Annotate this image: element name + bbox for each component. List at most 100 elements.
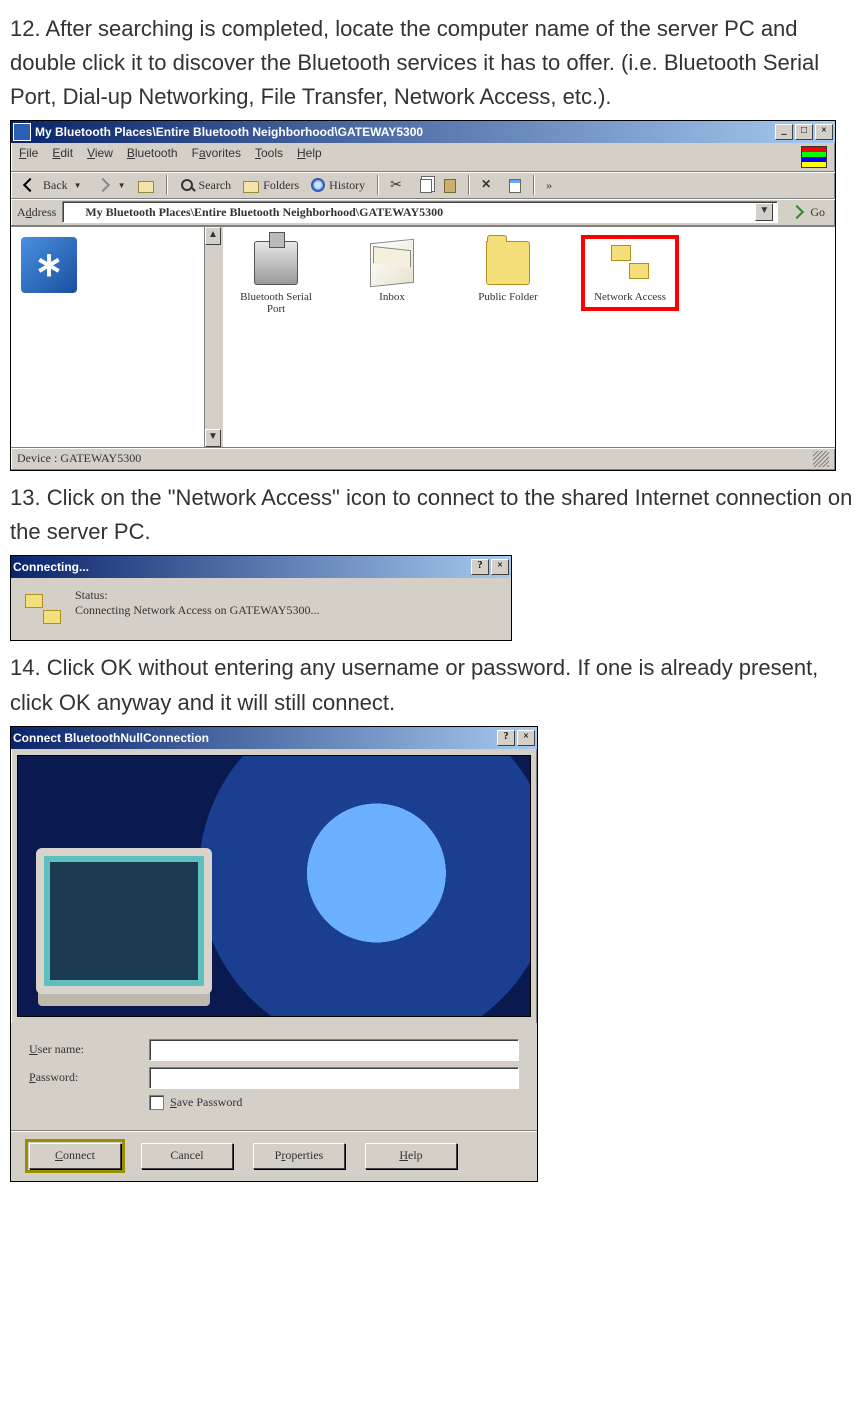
up-button[interactable] bbox=[134, 176, 158, 195]
menu-help[interactable]: Help bbox=[297, 146, 322, 168]
resize-grip[interactable] bbox=[813, 451, 829, 467]
paste-icon bbox=[444, 179, 456, 193]
connect-titlebar[interactable]: Connect BluetoothNullConnection ? × bbox=[11, 727, 537, 749]
item-bluetooth-serial-port[interactable]: Bluetooth Serial Port bbox=[233, 241, 319, 315]
item-network-access[interactable]: Network Access bbox=[581, 235, 679, 311]
cut-button[interactable] bbox=[386, 175, 410, 195]
password-label: Password: bbox=[29, 1070, 149, 1085]
save-password-label: Save Password bbox=[170, 1095, 242, 1110]
cancel-button[interactable]: Cancel bbox=[141, 1143, 233, 1169]
delete-button[interactable] bbox=[477, 175, 501, 195]
item-public-folder[interactable]: Public Folder bbox=[465, 241, 551, 303]
menu-tools[interactable]: Tools bbox=[255, 146, 283, 168]
username-input[interactable] bbox=[149, 1039, 519, 1061]
address-label: Address bbox=[17, 205, 56, 220]
search-button[interactable]: Search bbox=[175, 175, 236, 195]
minimize-button[interactable]: _ bbox=[775, 124, 793, 140]
network-icon bbox=[25, 594, 61, 624]
connect-dialog: Connect BluetoothNullConnection ? × User… bbox=[10, 726, 538, 1182]
password-input[interactable] bbox=[149, 1067, 519, 1089]
network-access-icon bbox=[609, 243, 651, 285]
delete-icon bbox=[481, 177, 497, 193]
explorer-window: My Bluetooth Places\Entire Bluetooth Nei… bbox=[10, 120, 836, 471]
properties-icon bbox=[509, 179, 521, 193]
connect-button[interactable]: Connect bbox=[29, 1143, 121, 1169]
address-text: My Bluetooth Places\Entire Bluetooth Nei… bbox=[85, 205, 443, 220]
item-label: Bluetooth Serial Port bbox=[233, 291, 319, 315]
item-label: Public Folder bbox=[465, 291, 551, 303]
connecting-title: Connecting... bbox=[13, 560, 89, 574]
left-scrollbar[interactable]: ▲ ▼ bbox=[204, 227, 221, 447]
address-input[interactable]: My Bluetooth Places\Entire Bluetooth Nei… bbox=[62, 201, 778, 223]
connecting-dialog: Connecting... ? × Status: Connecting Net… bbox=[10, 555, 512, 641]
cut-icon bbox=[390, 177, 406, 193]
close-button[interactable]: × bbox=[815, 124, 833, 140]
save-password-checkbox[interactable] bbox=[149, 1095, 164, 1110]
menu-edit[interactable]: Edit bbox=[52, 146, 73, 168]
status-bar: Device : GATEWAY5300 bbox=[11, 447, 835, 470]
explorer-titlebar[interactable]: My Bluetooth Places\Entire Bluetooth Nei… bbox=[11, 121, 835, 143]
left-pane: ∗ ▲ ▼ bbox=[11, 227, 223, 447]
item-label: Inbox bbox=[349, 291, 435, 303]
menu-view[interactable]: View bbox=[87, 146, 113, 168]
item-label: Network Access bbox=[587, 291, 673, 303]
toolbar-overflow[interactable]: » bbox=[542, 176, 556, 195]
connecting-titlebar[interactable]: Connecting... ? × bbox=[11, 556, 511, 578]
address-bar: Address My Bluetooth Places\Entire Bluet… bbox=[11, 199, 835, 226]
serial-port-icon bbox=[254, 241, 298, 285]
scroll-up-button[interactable]: ▲ bbox=[205, 227, 221, 245]
instruction-step-14: 14. Click OK without entering any userna… bbox=[10, 651, 853, 719]
content-area: ∗ ▲ ▼ Bluetooth Serial Port Inbox Public… bbox=[11, 226, 835, 447]
paste-button[interactable] bbox=[440, 175, 460, 195]
address-icon bbox=[67, 205, 81, 219]
help-button[interactable]: ? bbox=[497, 730, 515, 746]
menu-bluetooth[interactable]: Bluetooth bbox=[127, 146, 178, 168]
help-button[interactable]: ? bbox=[471, 559, 489, 575]
bluetooth-icon: ∗ bbox=[21, 237, 77, 293]
forward-icon bbox=[96, 178, 110, 192]
search-icon bbox=[181, 179, 193, 191]
go-icon bbox=[790, 205, 804, 219]
status-label: Status: bbox=[75, 588, 320, 603]
history-icon bbox=[311, 178, 325, 192]
dialog-buttons: Connect Cancel Properties Help bbox=[11, 1130, 537, 1181]
status-message: Connecting Network Access on GATEWAY5300… bbox=[75, 603, 320, 618]
go-button[interactable]: Go bbox=[784, 201, 829, 223]
username-label: User name: bbox=[29, 1042, 149, 1057]
window-title: My Bluetooth Places\Entire Bluetooth Nei… bbox=[35, 125, 423, 139]
connect-title: Connect BluetoothNullConnection bbox=[13, 731, 209, 745]
monitor-graphic bbox=[36, 848, 212, 994]
status-text: Device : GATEWAY5300 bbox=[17, 451, 141, 467]
item-inbox[interactable]: Inbox bbox=[349, 241, 435, 303]
properties-button[interactable] bbox=[505, 175, 525, 195]
menu-bar: File Edit View Bluetooth Favorites Tools… bbox=[11, 143, 835, 172]
window-icon bbox=[13, 123, 31, 141]
scroll-down-button[interactable]: ▼ bbox=[205, 429, 221, 447]
dialog-artwork bbox=[17, 755, 531, 1017]
menu-file[interactable]: File bbox=[19, 146, 38, 168]
up-folder-icon bbox=[138, 181, 154, 193]
inbox-icon bbox=[370, 239, 414, 288]
copy-icon bbox=[420, 179, 432, 193]
folders-icon bbox=[243, 181, 259, 193]
menu-favorites[interactable]: Favorites bbox=[192, 146, 241, 168]
close-button[interactable]: × bbox=[491, 559, 509, 575]
help-button[interactable]: Help bbox=[365, 1143, 457, 1169]
instruction-step-13: 13. Click on the "Network Access" icon t… bbox=[10, 481, 853, 549]
back-button[interactable]: Back▼ bbox=[17, 174, 86, 196]
folders-button[interactable]: Folders bbox=[239, 176, 303, 195]
close-button[interactable]: × bbox=[517, 730, 535, 746]
folder-icon bbox=[486, 241, 530, 285]
toolbar: Back▼ ▼ Search Folders History » bbox=[11, 172, 835, 199]
forward-button[interactable]: ▼ bbox=[90, 174, 130, 196]
history-button[interactable]: History bbox=[307, 176, 369, 195]
address-dropdown[interactable]: ▼ bbox=[755, 203, 773, 221]
windows-logo-icon bbox=[801, 146, 827, 168]
back-icon bbox=[23, 178, 37, 192]
icon-area[interactable]: Bluetooth Serial Port Inbox Public Folde… bbox=[223, 227, 835, 447]
maximize-button[interactable]: □ bbox=[795, 124, 813, 140]
properties-button[interactable]: Properties bbox=[253, 1143, 345, 1169]
instruction-step-12: 12. After searching is completed, locate… bbox=[10, 12, 853, 114]
credentials-form: User name: Password: Save Password bbox=[11, 1023, 537, 1130]
copy-button[interactable] bbox=[414, 175, 436, 195]
